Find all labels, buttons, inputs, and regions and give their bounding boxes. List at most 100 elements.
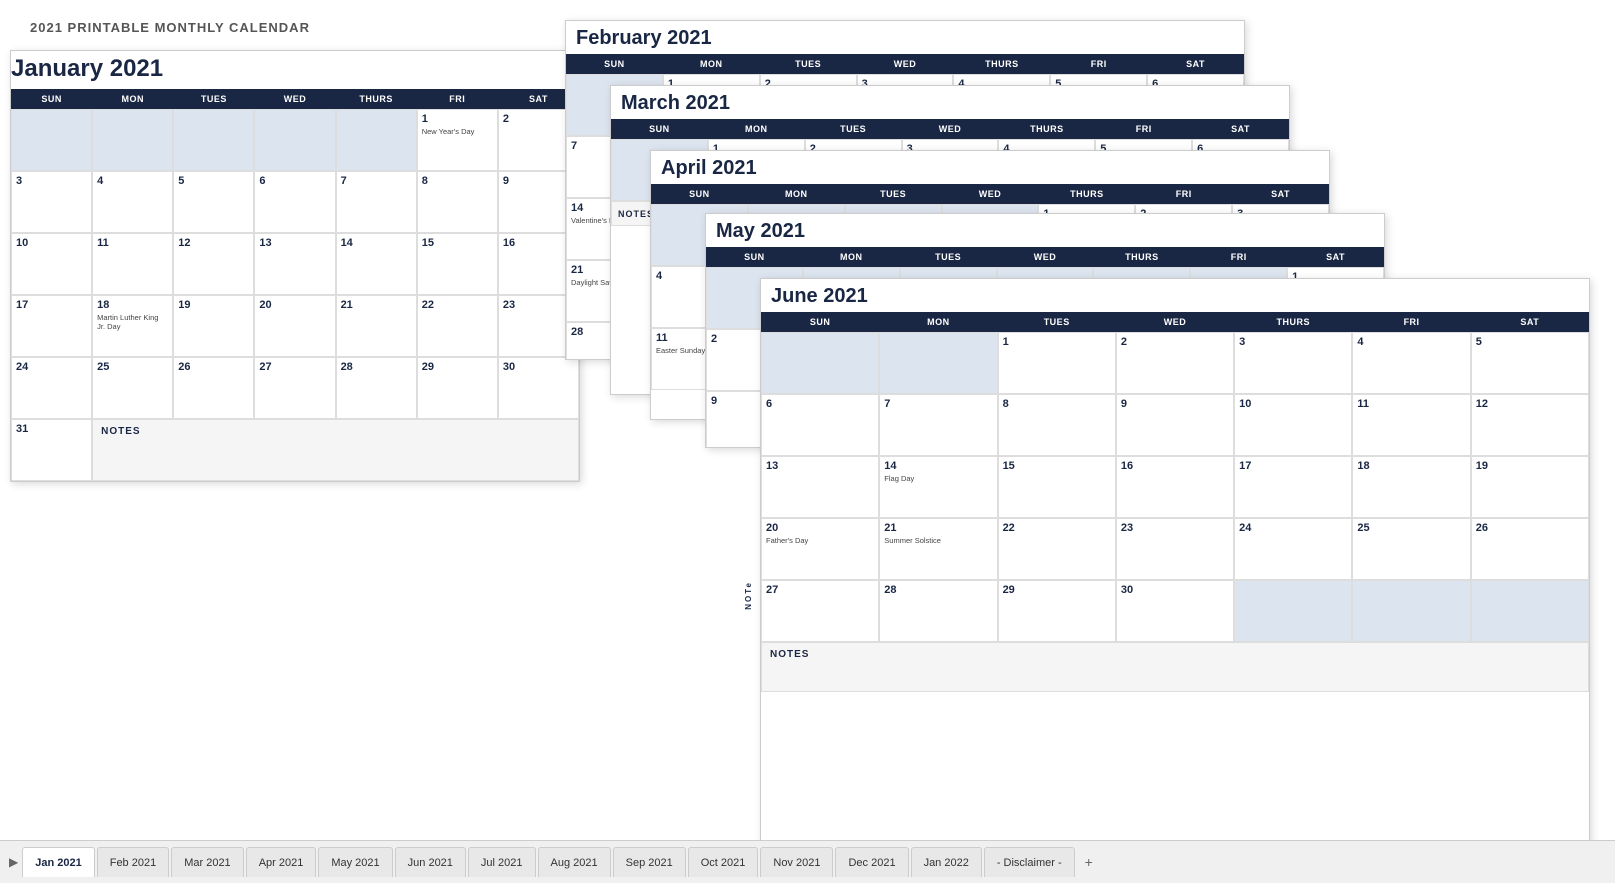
jan-header-wed: WED [254, 89, 335, 109]
tab-nov-2021[interactable]: Nov 2021 [760, 847, 833, 877]
jan-cell-22: 22 [417, 295, 498, 357]
tab-may-2021[interactable]: May 2021 [318, 847, 392, 877]
tab-mar-2021[interactable]: Mar 2021 [171, 847, 243, 877]
jun-body: 1 2 3 4 5 6 7 8 9 10 11 12 13 14 Flag Da… [761, 332, 1589, 692]
jan-header-row: SUN MON TUES WED THURS FRI SAT [11, 89, 579, 109]
jan-cell-12: 12 [173, 233, 254, 295]
jan-cell-28: 28 [336, 357, 417, 419]
vertical-note-1: NOTe [738, 545, 758, 645]
may-header: SUN MON TUES WED THURS FRI SAT [706, 247, 1384, 267]
jan-header-thurs: THURS [336, 89, 417, 109]
jan-cell-empty3 [173, 109, 254, 171]
jun-cell-1: 1 [998, 332, 1116, 394]
tab-jan-2022[interactable]: Jan 2022 [911, 847, 982, 877]
jun-cell-30: 30 [1116, 580, 1234, 642]
tab-feb-2021[interactable]: Feb 2021 [97, 847, 169, 877]
tab-add-button[interactable]: + [1077, 854, 1101, 870]
jun-cell-13: 13 [761, 456, 879, 518]
april-title: April 2021 [651, 151, 1329, 184]
tab-prev-arrow[interactable]: ▶ [5, 855, 22, 869]
tab-disclaimer[interactable]: - Disclaimer - [984, 847, 1075, 877]
jan-cell-26: 26 [173, 357, 254, 419]
jun-cell-27: 27 [761, 580, 879, 642]
jan-cell-5: 5 [173, 171, 254, 233]
jan-header-fri: FRI [417, 89, 498, 109]
jan-cell-8: 8 [417, 171, 498, 233]
jun-cell-12: 12 [1471, 394, 1589, 456]
jan-cell-30: 30 [498, 357, 579, 419]
jun-cell-7: 7 [879, 394, 997, 456]
jun-cell-26: 26 [1471, 518, 1589, 580]
february-title: February 2021 [566, 21, 1244, 54]
tab-jul-2021[interactable]: Jul 2021 [468, 847, 536, 877]
jan-cell-17: 17 [11, 295, 92, 357]
tab-jan-2021[interactable]: Jan 2021 [22, 847, 94, 877]
jun-empty-end3 [1471, 580, 1589, 642]
jun-cell-2: 2 [1116, 332, 1234, 394]
jun-notes: NOTES [761, 642, 1589, 692]
jan-cell-15: 15 [417, 233, 498, 295]
apr-header: SUN MON TUES WED THURS FRI SAT [651, 184, 1329, 204]
january-calendar: January 2021 SUN MON TUES WED THURS FRI … [10, 50, 580, 482]
jun-empty1 [761, 332, 879, 394]
jan-cell-6: 6 [254, 171, 335, 233]
jun-cell-18: 18 [1352, 456, 1470, 518]
jun-empty-end1 [1234, 580, 1352, 642]
jun-cell-21: 21 Summer Solstice [879, 518, 997, 580]
jun-cell-19: 19 [1471, 456, 1589, 518]
jan-cell-11: 11 [92, 233, 173, 295]
jun-cell-20: 20 Father's Day [761, 518, 879, 580]
jan-cell-20: 20 [254, 295, 335, 357]
jun-cell-29: 29 [998, 580, 1116, 642]
jun-cell-17: 17 [1234, 456, 1352, 518]
tab-aug-2021[interactable]: Aug 2021 [538, 847, 611, 877]
jan-cell-13: 13 [254, 233, 335, 295]
jan-cell-29: 29 [417, 357, 498, 419]
jun-cell-14: 14 Flag Day [879, 456, 997, 518]
january-title: January 2021 [11, 51, 579, 89]
jun-cell-11: 11 [1352, 394, 1470, 456]
main-container: 2021 PRINTABLE MONTHLY CALENDAR January … [0, 0, 1615, 840]
jan-cell-empty1 [11, 109, 92, 171]
jun-cell-23: 23 [1116, 518, 1234, 580]
jan-cell-25: 25 [92, 357, 173, 419]
jun-cell-6: 6 [761, 394, 879, 456]
jun-cell-10: 10 [1234, 394, 1352, 456]
jan-cell-7: 7 [336, 171, 417, 233]
jun-cell-3: 3 [1234, 332, 1352, 394]
jan-header-sun: SUN [11, 89, 92, 109]
jan-cell-empty5 [336, 109, 417, 171]
jun-empty2 [879, 332, 997, 394]
jun-cell-15: 15 [998, 456, 1116, 518]
jun-cell-16: 16 [1116, 456, 1234, 518]
jan-cell-14: 14 [336, 233, 417, 295]
jun-cell-4: 4 [1352, 332, 1470, 394]
jun-cell-22: 22 [998, 518, 1116, 580]
june-title: June 2021 [761, 279, 1589, 312]
tab-sep-2021[interactable]: Sep 2021 [613, 847, 686, 877]
jun-cell-8: 8 [998, 394, 1116, 456]
jan-cell-21: 21 [336, 295, 417, 357]
may-title: May 2021 [706, 214, 1384, 247]
jan-cell-empty2 [92, 109, 173, 171]
jan-header-mon: MON [92, 89, 173, 109]
feb-header: SUN MON TUES WED THURS FRI SAT [566, 54, 1244, 74]
tab-bar: ▶ Jan 2021 Feb 2021 Mar 2021 Apr 2021 Ma… [0, 840, 1615, 883]
jan-cell-18: 18 Martin Luther King Jr. Day [92, 295, 173, 357]
jan-cell-empty4 [254, 109, 335, 171]
jan-cell-3: 3 [11, 171, 92, 233]
jun-cell-24: 24 [1234, 518, 1352, 580]
jan-header-tues: TUES [173, 89, 254, 109]
tab-oct-2021[interactable]: Oct 2021 [688, 847, 759, 877]
jan-cell-4: 4 [92, 171, 173, 233]
jun-cell-5: 5 [1471, 332, 1589, 394]
jun-empty-end2 [1352, 580, 1470, 642]
tab-dec-2021[interactable]: Dec 2021 [835, 847, 908, 877]
jan-notes: NOTES [92, 419, 579, 481]
tab-apr-2021[interactable]: Apr 2021 [246, 847, 317, 877]
june-calendar: June 2021 SUN MON TUES WED THURS FRI SAT… [760, 278, 1590, 840]
tab-jun-2021[interactable]: Jun 2021 [395, 847, 466, 877]
jun-cell-25: 25 [1352, 518, 1470, 580]
jan-cell-31: 31 [11, 419, 92, 481]
jun-cell-9: 9 [1116, 394, 1234, 456]
